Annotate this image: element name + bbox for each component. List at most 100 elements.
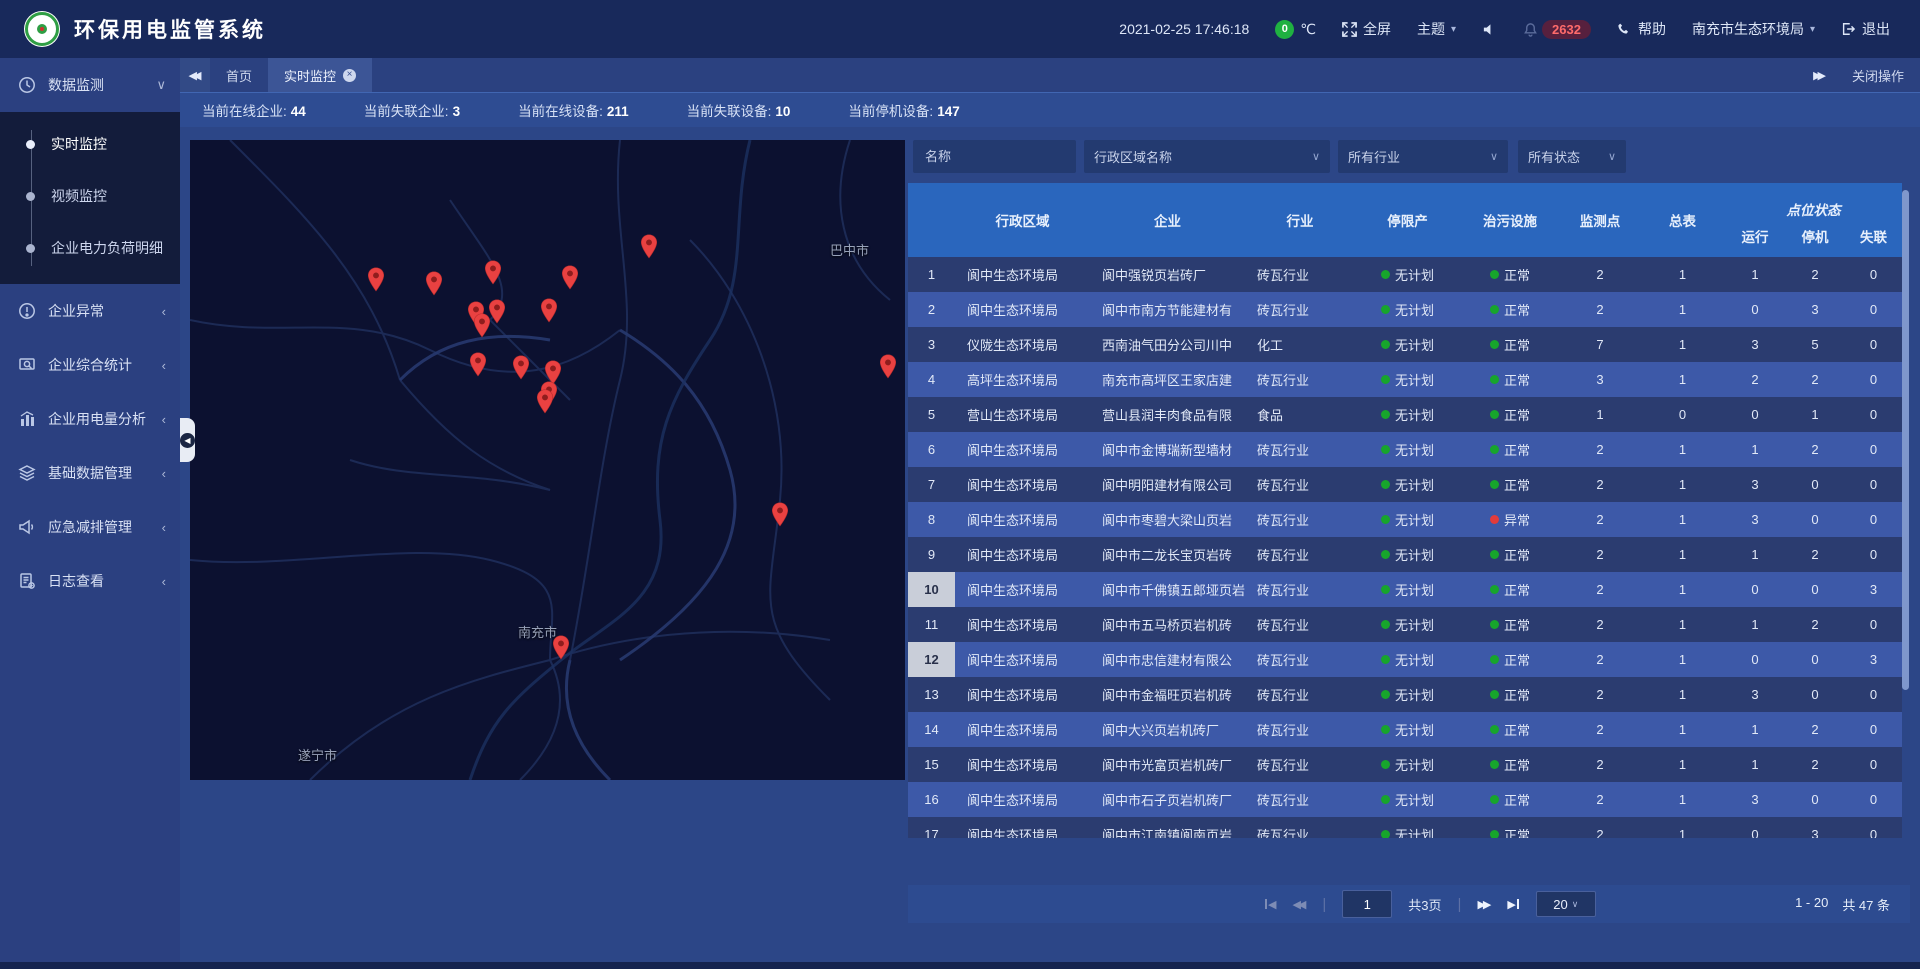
table-row[interactable]: 8阆中生态环境局阆中市枣碧大梁山页岩砖瓦行业无计划异常21300 — [908, 502, 1902, 537]
cell-stop-status: 无计划 — [1355, 327, 1460, 362]
map-city-label: 遂宁市 — [298, 745, 337, 764]
column-subheader: 失联 — [1845, 224, 1902, 257]
sidebar-item-4[interactable]: 企业用电量分析‹ — [0, 392, 180, 446]
map-marker-pin[interactable] — [771, 502, 789, 527]
status-dot-icon — [1490, 305, 1499, 314]
table-row[interactable]: 4高坪生态环境局南充市高坪区王家店建砖瓦行业无计划正常31220 — [908, 362, 1902, 397]
sidebar-subitem[interactable]: 视频监控 — [0, 170, 180, 222]
cell-company: 阆中市金福旺页岩机砖 — [1090, 677, 1245, 712]
logout-button[interactable]: 退出 — [1841, 19, 1890, 39]
table-row[interactable]: 14阆中生态环境局阆中大兴页岩机砖厂砖瓦行业无计划正常21120 — [908, 712, 1902, 747]
cell-region: 阆中生态环境局 — [955, 712, 1090, 747]
sidebar-item-7[interactable]: 日志查看‹ — [0, 554, 180, 608]
tab-实时监控[interactable]: 实时监控× — [268, 58, 372, 92]
last-page-button[interactable]: ▶ — [1507, 898, 1519, 911]
name-filter-input[interactable] — [923, 148, 1066, 165]
table-row[interactable]: 1阆中生态环境局阆中强锐页岩砖厂砖瓦行业无计划正常21120 — [908, 257, 1902, 292]
table-row[interactable]: 16阆中生态环境局阆中市石子页岩机砖厂砖瓦行业无计划正常21300 — [908, 782, 1902, 817]
sidebar-subitem[interactable]: 实时监控 — [0, 118, 180, 170]
sidebar-item-6[interactable]: 应急减排管理‹ — [0, 500, 180, 554]
sidebar-subitem[interactable]: 企业电力负荷明细 — [0, 222, 180, 274]
status-dot-icon — [1381, 760, 1390, 769]
status-select[interactable]: 所有状态 ∨ — [1518, 140, 1626, 173]
tab-首页[interactable]: 首页 — [210, 58, 268, 92]
sidebar-item-1[interactable]: 数据监测∨ — [0, 58, 180, 112]
map-marker-pin[interactable] — [561, 265, 579, 290]
table-row[interactable]: 13阆中生态环境局阆中市金福旺页岩机砖砖瓦行业无计划正常21300 — [908, 677, 1902, 712]
sidebar-item-5[interactable]: 基础数据管理‹ — [0, 446, 180, 500]
sidebar-item-3[interactable]: 企业综合统计‹ — [0, 338, 180, 392]
column-header: 治污设施 — [1460, 183, 1560, 257]
stat-value: 3 — [453, 104, 461, 119]
cell-stop-status: 无计划 — [1355, 537, 1460, 572]
page-number-input[interactable] — [1342, 890, 1392, 918]
table-row[interactable]: 10阆中生态环境局阆中市千佛镇五郎垭页岩砖瓦行业无计划正常21003 — [908, 572, 1902, 607]
status-dot-icon — [1381, 795, 1390, 804]
map-marker-pin[interactable] — [484, 260, 502, 285]
map-marker-pin[interactable] — [552, 635, 570, 660]
table-row[interactable]: 11阆中生态环境局阆中市五马桥页岩机砖砖瓦行业无计划正常21120 — [908, 607, 1902, 642]
next-page-button[interactable]: ▶▶ — [1477, 898, 1491, 911]
cell-facility-status: 正常 — [1460, 782, 1560, 817]
help-button[interactable]: 帮助 — [1617, 19, 1666, 39]
map-panel[interactable]: 巴中市南充市遂宁市 — [190, 140, 905, 780]
stat-item: 当前在线设备:211 — [518, 100, 629, 120]
cell-facility-status: 正常 — [1460, 362, 1560, 397]
table-row[interactable]: 2阆中生态环境局阆中市南方节能建材有砖瓦行业无计划正常21030 — [908, 292, 1902, 327]
cell-monitor-points: 2 — [1560, 467, 1640, 502]
cell-total-meters: 1 — [1640, 362, 1725, 397]
status-dot-icon — [1490, 690, 1499, 699]
map-marker-pin[interactable] — [469, 352, 487, 377]
status-dot-icon — [1381, 690, 1390, 699]
name-filter[interactable] — [913, 140, 1076, 173]
cell-stopped: 0 — [1785, 642, 1845, 677]
tabs-scroll-right-icon[interactable]: ▶▶ — [1813, 69, 1826, 82]
table-row[interactable]: 15阆中生态环境局阆中市光富页岩机砖厂砖瓦行业无计划正常21120 — [908, 747, 1902, 782]
tabs-scroll-left-button[interactable]: ◀◀ — [180, 58, 210, 92]
page-size-select[interactable]: 20 ∨ — [1536, 891, 1596, 917]
first-page-button[interactable]: ◀ — [1264, 898, 1276, 911]
table-row[interactable]: 17阆中生态环境局阆中市江南镇阆南页岩砖瓦行业无计划正常21030 — [908, 817, 1902, 838]
map-marker-pin[interactable] — [640, 234, 658, 259]
fullscreen-button[interactable]: 全屏 — [1342, 19, 1391, 39]
table-scrollbar[interactable] — [1902, 190, 1909, 690]
cell-stop-status: 无计划 — [1355, 642, 1460, 677]
stat-item: 当前失联企业:3 — [364, 100, 460, 120]
tab-label: 首页 — [226, 66, 252, 85]
map-marker-pin[interactable] — [425, 271, 443, 296]
cell-industry: 砖瓦行业 — [1245, 572, 1355, 607]
table-row[interactable]: 6阆中生态环境局阆中市金博瑞新型墙材砖瓦行业无计划正常21120 — [908, 432, 1902, 467]
table-row[interactable]: 7阆中生态环境局阆中明阳建材有限公司砖瓦行业无计划正常21300 — [908, 467, 1902, 502]
prev-page-button[interactable]: ◀◀ — [1292, 898, 1306, 911]
map-marker-pin[interactable] — [879, 354, 897, 379]
notifications[interactable]: 2632 — [1523, 20, 1591, 39]
map-marker-pin[interactable] — [367, 267, 385, 292]
chevron-left-icon: ‹ — [162, 304, 166, 319]
cell-running: 3 — [1725, 677, 1785, 712]
org-menu[interactable]: 南充市生态环境局 ▾ — [1692, 19, 1815, 39]
cell-industry: 砖瓦行业 — [1245, 817, 1355, 838]
close-icon[interactable]: × — [343, 69, 356, 82]
map-marker-pin[interactable] — [512, 355, 530, 380]
table-row[interactable]: 12阆中生态环境局阆中市忠信建材有限公砖瓦行业无计划正常21003 — [908, 642, 1902, 677]
close-operations-button[interactable]: 关闭操作 — [1852, 66, 1904, 85]
table-row[interactable]: 3仪陇生态环境局西南油气田分公司川中化工无计划正常71350 — [908, 327, 1902, 362]
industry-select[interactable]: 所有行业 ∨ — [1338, 140, 1508, 173]
table-row[interactable]: 5营山生态环境局营山县润丰肉食品有限食品无计划正常10010 — [908, 397, 1902, 432]
sound-button[interactable] — [1482, 22, 1497, 37]
table-row[interactable]: 9阆中生态环境局阆中市二龙长宝页岩砖砖瓦行业无计划正常21120 — [908, 537, 1902, 572]
cell-stop-status: 无计划 — [1355, 432, 1460, 467]
sidebar-item-2[interactable]: 企业异常‹ — [0, 284, 180, 338]
map-marker-pin[interactable] — [473, 313, 491, 338]
cell-industry: 砖瓦行业 — [1245, 747, 1355, 782]
region-select[interactable]: 行政区域名称 ∨ — [1084, 140, 1330, 173]
sidebar-item-label: 企业用电量分析 — [48, 409, 150, 429]
map-marker-pin[interactable] — [536, 389, 554, 414]
sidebar-collapse-button[interactable]: ◀ — [180, 418, 195, 462]
map-marker-pin[interactable] — [540, 298, 558, 323]
cell-lost: 0 — [1845, 817, 1902, 838]
theme-menu[interactable]: 主题 ▾ — [1417, 19, 1456, 39]
pager-divider: | — [1458, 896, 1462, 913]
cell-lost: 3 — [1845, 642, 1902, 677]
cell-row-number: 13 — [908, 677, 955, 712]
